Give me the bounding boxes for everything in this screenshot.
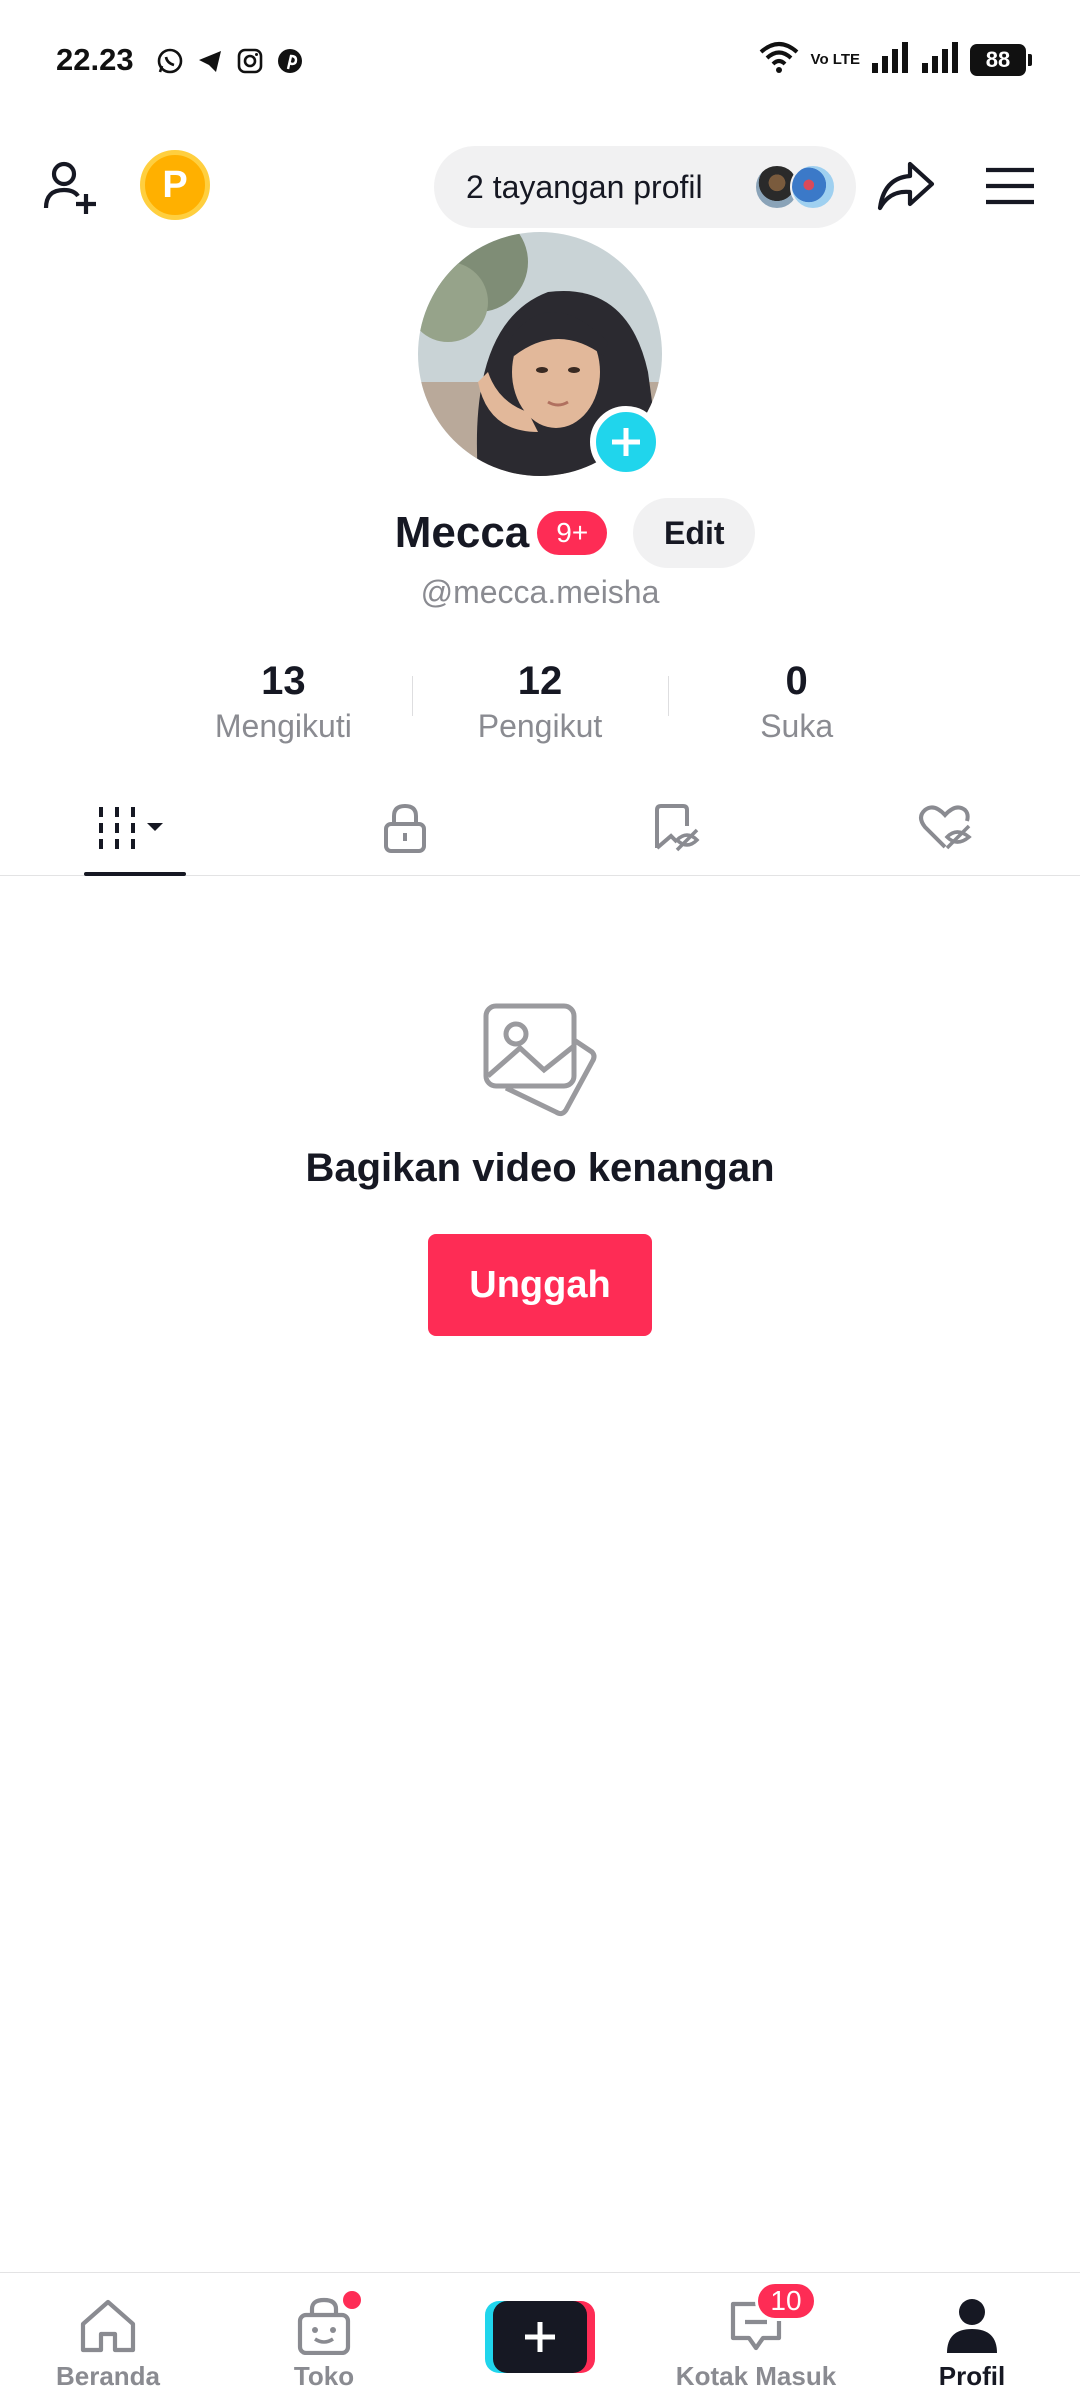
nav-create[interactable] — [432, 2273, 648, 2400]
stat-likes[interactable]: 0 Suka — [668, 656, 925, 756]
profile-username: @mecca.meisha — [420, 574, 660, 610]
inbox-count-badge: 10 — [755, 2281, 817, 2321]
status-bar: 22.23 Vo LTE 88 — [0, 0, 1080, 120]
stat-value: 0 — [785, 659, 808, 703]
edit-profile-button[interactable]: Edit — [633, 498, 756, 568]
status-indicators: Vo LTE 88 — [757, 40, 1032, 79]
upload-button[interactable]: Unggah — [428, 1234, 652, 1336]
liked-hidden-icon — [919, 804, 972, 849]
pinterest-icon — [275, 46, 305, 76]
plus-icon — [612, 428, 640, 456]
favorites-hidden-icon — [655, 803, 700, 851]
profile-name: Mecca — [394, 508, 530, 557]
nav-profile-label: Profil — [938, 2361, 1006, 2391]
profile-tabs — [0, 780, 1080, 876]
stat-followers[interactable]: 12 Pengikut — [411, 656, 669, 756]
status-time: 22.23 — [56, 42, 134, 77]
profile-views-pill[interactable]: 2 tayangan profil — [434, 146, 856, 228]
notification-badge[interactable]: 9+ — [537, 511, 608, 555]
add-friend-button[interactable] — [38, 154, 104, 220]
bottom-nav: Beranda Toko 10 Kotak Masuk Profil — [0, 2272, 1080, 2400]
profile-icon — [941, 2295, 1003, 2357]
profile-stats: 13 Mengikuti 12 Pengikut 0 Suka — [155, 656, 925, 756]
add-avatar-button[interactable] — [590, 406, 662, 478]
tab-favorites[interactable] — [540, 780, 810, 875]
share-button[interactable] — [872, 152, 940, 220]
battery-indicator: 88 — [970, 43, 1032, 76]
add-user-icon — [43, 161, 96, 214]
wifi-icon — [757, 40, 801, 79]
profile-name-row: Mecca 9+ Edit — [0, 498, 1080, 568]
lock-icon — [384, 803, 426, 853]
plus-icon — [493, 2301, 587, 2373]
stat-value: 12 — [517, 659, 563, 703]
profile-views-label: 2 tayangan profil — [466, 168, 703, 205]
stat-label: Pengikut — [477, 708, 603, 744]
menu-button[interactable] — [976, 152, 1044, 220]
photos-icon — [482, 1000, 598, 1120]
whatsapp-icon — [155, 46, 185, 76]
nav-inbox[interactable]: 10 Kotak Masuk — [648, 2273, 864, 2400]
stat-label: Suka — [760, 708, 834, 744]
create-button[interactable] — [485, 2301, 595, 2373]
shopping-bag-icon — [293, 2291, 361, 2357]
tab-liked[interactable] — [810, 780, 1080, 875]
home-icon — [77, 2295, 139, 2357]
stat-label: Mengikuti — [214, 708, 352, 744]
signal-icon — [870, 41, 910, 78]
avatar — [790, 164, 836, 210]
notification-dot — [343, 2291, 361, 2309]
volte-indicator: Vo LTE — [810, 51, 860, 68]
stat-value: 13 — [261, 659, 306, 703]
nav-shop-label: Toko — [293, 2361, 355, 2391]
hamburger-menu-icon — [986, 167, 1034, 205]
viewer-avatars — [754, 164, 836, 210]
nav-inbox-label: Kotak Masuk — [675, 2361, 837, 2391]
profile-top-bar: P 2 tayangan profil — [0, 140, 1080, 232]
share-icon — [877, 161, 935, 211]
signal-icon — [920, 41, 960, 78]
tab-videos[interactable] — [0, 780, 270, 876]
tab-private[interactable] — [270, 780, 540, 875]
instagram-icon — [235, 46, 265, 76]
empty-state-title: Bagikan video kenangan — [305, 1146, 775, 1190]
nav-home-label: Beranda — [55, 2361, 161, 2391]
inbox-icon: 10 — [725, 2281, 817, 2357]
nav-profile[interactable]: Profil — [864, 2273, 1080, 2400]
profile-avatar-wrap — [418, 232, 662, 478]
stat-following[interactable]: 13 Mengikuti — [155, 656, 412, 756]
points-button[interactable]: P — [140, 150, 210, 220]
videos-grid-icon — [99, 806, 163, 849]
telegram-icon — [195, 46, 225, 76]
nav-shop[interactable]: Toko — [216, 2273, 432, 2400]
status-app-icons — [155, 46, 305, 76]
nav-home[interactable]: Beranda — [0, 2273, 216, 2400]
